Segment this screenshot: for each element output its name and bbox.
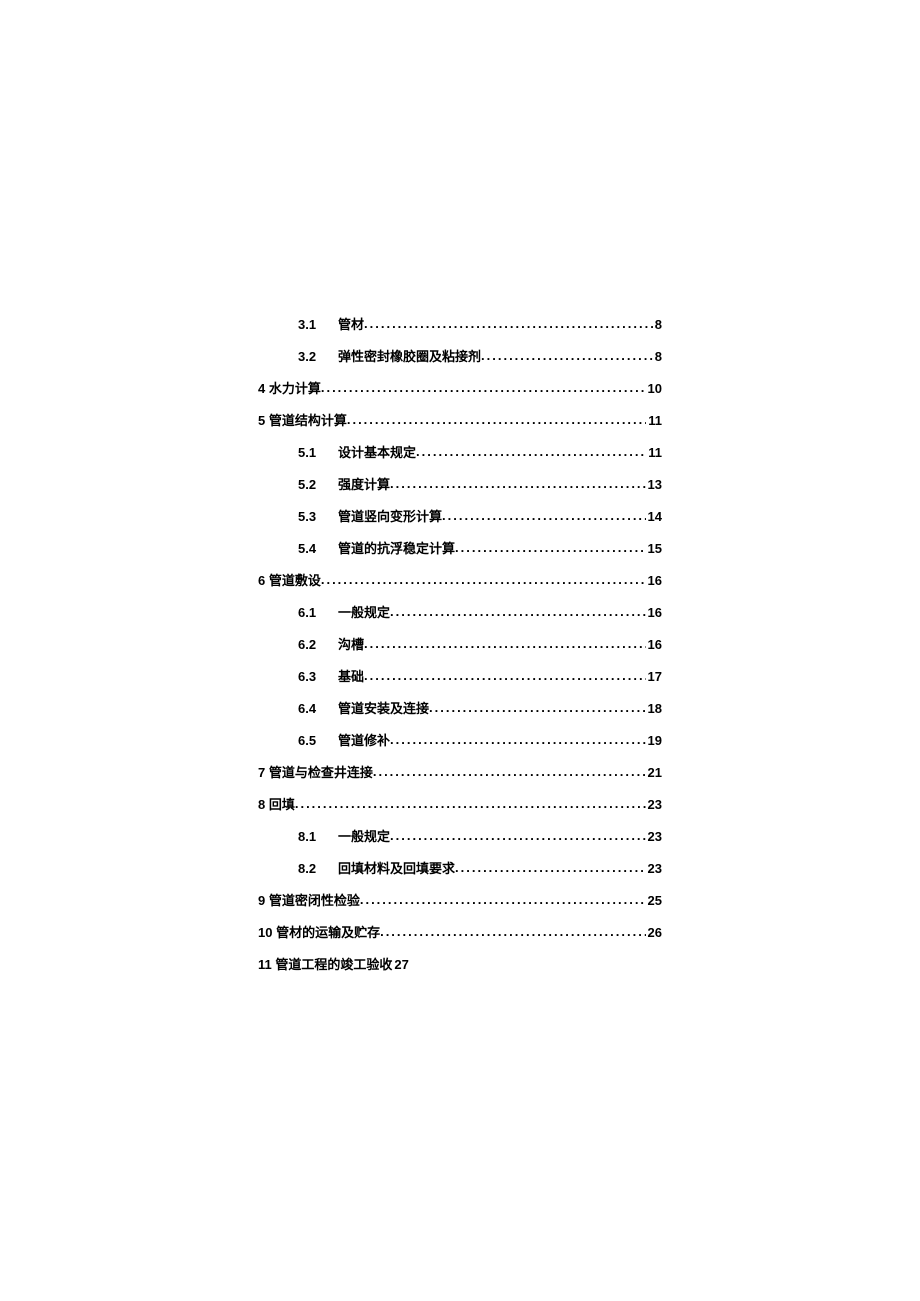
toc-entry-number: 8.2 — [298, 861, 320, 876]
toc-entry-title: 管道的抗浮稳定计算 — [338, 538, 455, 557]
toc-entry-number: 3.2 — [298, 349, 320, 364]
toc-entry: 6 管道敷设 16 — [258, 570, 662, 589]
toc-entry-title: 设计基本规定 — [338, 442, 416, 461]
toc-entry-number: 6.2 — [298, 637, 320, 652]
toc-entry: 6.5 管道修补 19 — [298, 730, 662, 749]
toc-entry-number: 3.1 — [298, 317, 320, 332]
toc-entry: 6.3 基础 17 — [298, 666, 662, 685]
toc-entry-page: 23 — [648, 861, 662, 876]
toc-leader-dots — [390, 476, 646, 489]
toc-leader-dots — [416, 444, 646, 457]
toc-entry-title: 强度计算 — [338, 474, 390, 493]
toc-entry-label: 11 管道工程的竣工验收 — [258, 954, 392, 973]
toc-entry-label: 4 水力计算 — [258, 378, 321, 397]
toc-entry-title: 沟槽 — [338, 634, 364, 653]
toc-entry-page: 21 — [648, 765, 662, 780]
toc-leader-dots — [347, 412, 646, 425]
toc-leader-dots — [295, 796, 646, 809]
toc-leader-dots — [373, 764, 646, 777]
toc-entry-number: 6.1 — [298, 605, 320, 620]
toc-entry-page: 14 — [648, 509, 662, 524]
toc-leader-dots — [442, 508, 646, 521]
toc-leader-dots — [360, 892, 646, 905]
toc-entry: 9 管道密闭性检验 25 — [258, 890, 662, 909]
toc-entry-page: 23 — [648, 797, 662, 812]
toc-entry-page: 10 — [648, 381, 662, 396]
toc-entry: 8.2 回填材料及回填要求 23 — [298, 858, 662, 877]
toc-entry-number: 5.3 — [298, 509, 320, 524]
toc-entry: 5.1 设计基本规定 11 — [298, 442, 662, 461]
toc-entry: 3.2 弹性密封橡胶圈及粘接剂 8 — [298, 346, 662, 365]
toc-leader-dots — [364, 316, 653, 329]
toc-entry-page: 8 — [655, 349, 662, 364]
toc-entry-label: 5 管道结构计算 — [258, 410, 347, 429]
toc-entry-page: 13 — [648, 477, 662, 492]
toc-entry-page: 26 — [648, 925, 662, 940]
toc-leader-dots — [390, 604, 646, 617]
toc-entry-page: 23 — [648, 829, 662, 844]
toc-entry-title: 管材 — [338, 314, 364, 333]
toc-entry-page: 16 — [648, 637, 662, 652]
toc-entry: 7 管道与检查井连接 21 — [258, 762, 662, 781]
toc-leader-dots — [481, 348, 653, 361]
toc-entry-title: 一般规定 — [338, 826, 390, 845]
toc-entry-page: 16 — [648, 605, 662, 620]
toc-entry: 5 管道结构计算 11 — [258, 410, 662, 429]
toc-entry-page: 17 — [648, 669, 662, 684]
toc-leader-dots — [364, 668, 646, 681]
toc-entry-title: 一般规定 — [338, 602, 390, 621]
toc-entry-number: 8.1 — [298, 829, 320, 844]
toc-entry: 10 管材的运输及贮存 26 — [258, 922, 662, 941]
toc-leader-dots — [429, 700, 646, 713]
toc-leader-dots — [390, 828, 646, 841]
toc-entry-page: 25 — [648, 893, 662, 908]
toc-entry-number: 6.4 — [298, 701, 320, 716]
toc-entry-title: 管道修补 — [338, 730, 390, 749]
toc-entry-number: 5.2 — [298, 477, 320, 492]
toc-entry-number: 5.1 — [298, 445, 320, 460]
toc-entry-page: 11 — [648, 445, 662, 460]
toc-entry-page: 19 — [648, 733, 662, 748]
toc-leader-dots — [380, 924, 645, 937]
toc-entry-title: 回填材料及回填要求 — [338, 858, 455, 877]
toc-leader-dots — [364, 636, 646, 649]
toc-entry-number: 6.5 — [298, 733, 320, 748]
toc-entry-title: 管道安装及连接 — [338, 698, 429, 717]
toc-entry-title: 管道竖向变形计算 — [338, 506, 442, 525]
toc-entry-title: 基础 — [338, 666, 364, 685]
toc-entry: 11 管道工程的竣工验收27 — [258, 954, 662, 973]
toc-entry: 5.2 强度计算 13 — [298, 474, 662, 493]
toc-entry-page: 8 — [655, 317, 662, 332]
toc-entry-page: 27 — [394, 957, 408, 972]
toc-leader-dots — [455, 860, 646, 873]
toc-leader-dots — [390, 732, 646, 745]
toc-entry-number: 6.3 — [298, 669, 320, 684]
toc-container: 3.1管材83.2弹性密封橡胶圈及粘接剂84 水力计算105 管道结构计算115… — [258, 314, 662, 986]
toc-entry: 3.1 管材 8 — [298, 314, 662, 333]
toc-entry-number: 5.4 — [298, 541, 320, 556]
toc-leader-dots — [321, 572, 646, 585]
toc-entry-page: 18 — [648, 701, 662, 716]
toc-entry-label: 10 管材的运输及贮存 — [258, 922, 380, 941]
toc-entry: 5.3 管道竖向变形计算 14 — [298, 506, 662, 525]
toc-entry-page: 15 — [648, 541, 662, 556]
toc-entry: 6.2 沟槽 16 — [298, 634, 662, 653]
toc-entry-page: 11 — [648, 413, 662, 428]
toc-entry: 8 回填 23 — [258, 794, 662, 813]
toc-entry-page: 16 — [648, 573, 662, 588]
toc-entry: 4 水力计算 10 — [258, 378, 662, 397]
toc-entry: 5.4 管道的抗浮稳定计算 15 — [298, 538, 662, 557]
toc-entry: 6.1 一般规定 16 — [298, 602, 662, 621]
toc-entry: 8.1 一般规定 23 — [298, 826, 662, 845]
toc-entry: 6.4 管道安装及连接 18 — [298, 698, 662, 717]
toc-leader-dots — [455, 540, 646, 553]
toc-entry-label: 9 管道密闭性检验 — [258, 890, 360, 909]
toc-entry-label: 6 管道敷设 — [258, 570, 321, 589]
toc-entry-label: 7 管道与检查井连接 — [258, 762, 373, 781]
toc-leader-dots — [321, 380, 646, 393]
toc-entry-label: 8 回填 — [258, 794, 295, 813]
toc-entry-title: 弹性密封橡胶圈及粘接剂 — [338, 346, 481, 365]
